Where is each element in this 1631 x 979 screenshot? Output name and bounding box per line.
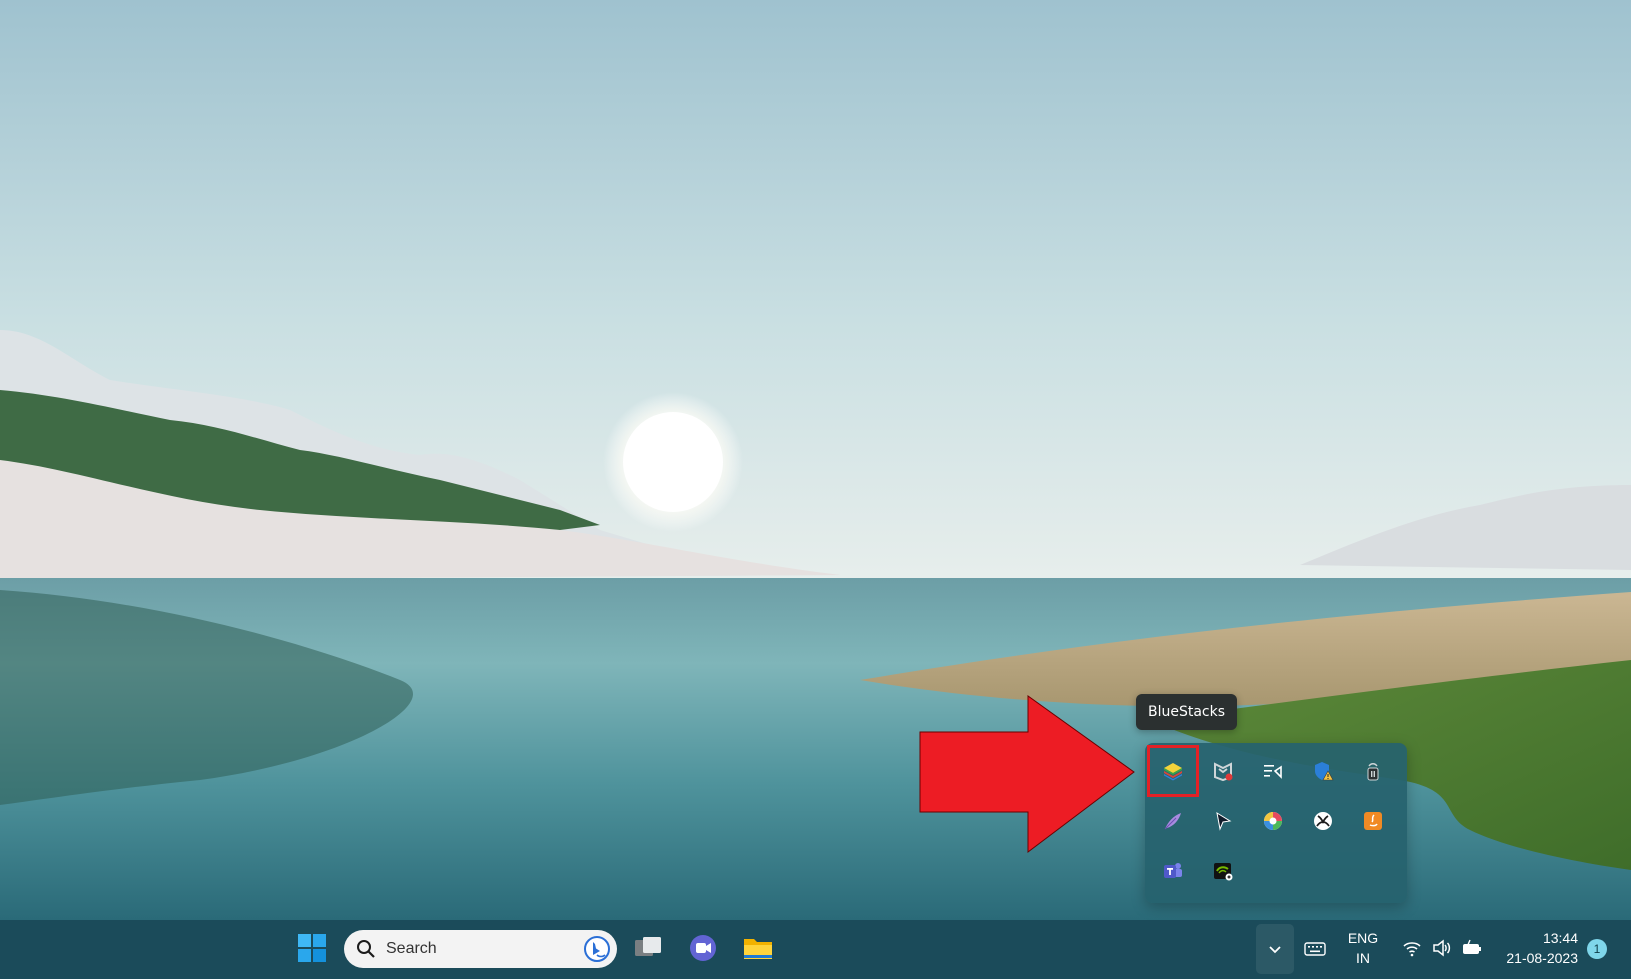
task-view-icon	[635, 937, 661, 956]
color-wheel-icon	[1264, 812, 1282, 830]
wifi-icon	[1403, 942, 1421, 957]
file-explorer-button[interactable]	[738, 928, 778, 968]
router-tray-button[interactable]	[1348, 746, 1398, 796]
mcafee-icon	[1214, 762, 1233, 782]
clock-time: 13:44	[1542, 930, 1578, 946]
chevron-down-icon	[1269, 946, 1281, 954]
nvidia-icon	[1214, 863, 1233, 881]
meet-now-button[interactable]	[683, 928, 723, 968]
router-icon	[1367, 763, 1379, 781]
voice-access-icon	[1264, 765, 1282, 779]
speaker-icon	[1433, 939, 1451, 957]
desktop: BlueStacks Search ENG IN 13:44 21-08-202…	[0, 0, 1631, 979]
bluestacks-icon	[1164, 763, 1182, 781]
keyboard-icon	[1304, 942, 1326, 956]
volume-button[interactable]	[1428, 934, 1456, 962]
java-update-icon	[1364, 812, 1382, 830]
feather-pen-tray-button[interactable]	[1148, 796, 1198, 846]
battery-charging-icon	[1463, 939, 1481, 954]
red-arrow-annotation	[919, 695, 1135, 854]
clock[interactable]: 13:44 21-08-2023	[1494, 928, 1578, 968]
java-update-tray-button[interactable]	[1348, 796, 1398, 846]
language-code: ENG	[1347, 930, 1379, 946]
search-placeholder: Search	[386, 940, 437, 957]
touch-keyboard-button[interactable]	[1300, 930, 1330, 968]
xbox-icon	[1314, 812, 1332, 830]
color-wheel-tray-button[interactable]	[1248, 796, 1298, 846]
teams-tray-button[interactable]	[1148, 846, 1198, 896]
xbox-tray-button[interactable]	[1298, 796, 1348, 846]
tray-overflow-flyout	[1145, 743, 1407, 903]
battery-button[interactable]	[1458, 934, 1486, 962]
tooltip-bluestacks: BlueStacks	[1136, 694, 1238, 730]
language-indicator[interactable]: ENG IN	[1340, 928, 1386, 968]
meet-now-icon	[690, 935, 716, 961]
taskbar-search-box[interactable]: Search	[344, 930, 617, 968]
notification-badge[interactable]: 1	[1587, 939, 1607, 959]
start-button[interactable]	[292, 928, 332, 968]
nvidia-tray-button[interactable]	[1198, 846, 1248, 896]
network-button[interactable]	[1398, 934, 1426, 962]
show-hidden-icons-button[interactable]	[1256, 924, 1294, 974]
voice-access-tray-button[interactable]	[1248, 746, 1298, 796]
language-region: IN	[1356, 950, 1370, 966]
windows-security-tray-button[interactable]	[1298, 746, 1348, 796]
mcafee-tray-button[interactable]	[1198, 746, 1248, 796]
search-icon	[357, 940, 375, 958]
taskbar: Search ENG IN 13:44 21-08-2023 1	[0, 920, 1631, 979]
tray-icon-grid	[1145, 743, 1398, 896]
feather-pen-icon	[1164, 813, 1181, 830]
windows-logo-icon	[298, 934, 326, 962]
cursor-icon	[1216, 811, 1232, 831]
clock-date: 21-08-2023	[1506, 950, 1578, 966]
folder-icon	[744, 939, 772, 959]
bluestacks-tray-button[interactable]	[1147, 745, 1199, 797]
windows-security-warning-icon	[1315, 762, 1334, 781]
bing-chat-icon[interactable]	[583, 935, 611, 963]
task-view-button[interactable]	[628, 928, 668, 968]
teams-icon	[1164, 863, 1182, 878]
cursor-tray-button[interactable]	[1198, 796, 1248, 846]
